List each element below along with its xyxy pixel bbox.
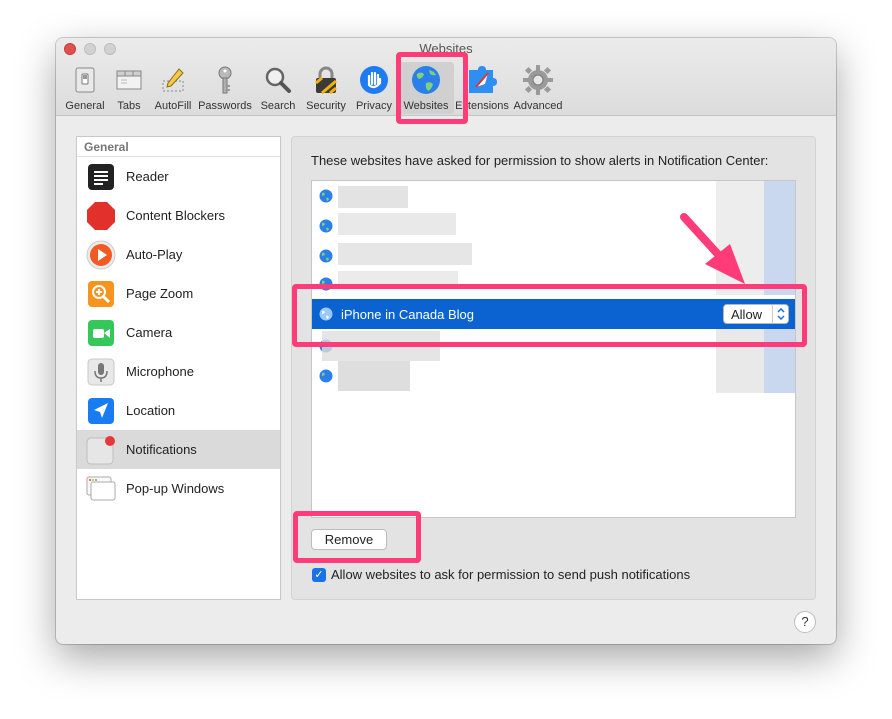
site-name: iPhone in Canada Blog <box>341 306 474 322</box>
sidebar-item-auto-play[interactable]: Auto-Play <box>77 235 280 274</box>
location-arrow-icon <box>86 396 116 426</box>
puzzle-icon <box>466 64 498 96</box>
globe-icon <box>319 249 333 263</box>
globe-icon <box>319 189 333 203</box>
tab-general-label: General <box>65 100 105 112</box>
sidebar-item-location[interactable]: Location <box>77 391 280 430</box>
globe-icon <box>410 64 442 96</box>
globe-icon <box>319 219 333 233</box>
gear-icon <box>522 64 554 96</box>
sidebar-header: General <box>77 137 280 157</box>
sidebar-item-label: Reader <box>126 169 169 184</box>
tab-advanced-label: Advanced <box>513 100 563 112</box>
notifications-icon <box>86 435 116 465</box>
tab-websites-label: Websites <box>403 100 449 112</box>
tab-extensions-label: Extensions <box>455 100 509 112</box>
sidebar-item-content-blockers[interactable]: Content Blockers <box>77 196 280 235</box>
camera-icon <box>86 318 116 348</box>
category-sidebar: General Reader Content Blockers Auto-Pla… <box>76 136 281 600</box>
remove-button[interactable]: Remove <box>311 529 387 550</box>
checkbox-label: Allow websites to ask for permission to … <box>331 567 691 582</box>
sidebar-item-camera[interactable]: Camera <box>77 313 280 352</box>
permission-select[interactable]: Allow <box>723 304 789 324</box>
selected-site-row[interactable]: iPhone in Canada Blog Allow <box>312 299 795 329</box>
tab-extensions[interactable]: Extensions <box>454 62 510 114</box>
tab-security-label: Security <box>306 100 346 112</box>
sidebar-item-label: Microphone <box>126 364 194 379</box>
redacted-setting <box>764 329 795 393</box>
sidebar-item-label: Camera <box>126 325 173 340</box>
hand-icon <box>358 64 390 96</box>
sidebar-item-label: Content Blockers <box>126 208 225 223</box>
zoom-icon <box>86 279 116 309</box>
tab-passwords-label: Passwords <box>198 100 252 112</box>
sidebar-item-notifications[interactable]: Notifications <box>77 430 280 469</box>
redacted-site-name <box>322 331 440 361</box>
tab-security[interactable]: Security <box>302 62 350 114</box>
general-switch-icon <box>69 64 101 96</box>
microphone-icon <box>86 357 116 387</box>
sidebar-item-label: Page Zoom <box>126 286 194 301</box>
sidebar-item-label: Location <box>126 403 176 418</box>
redacted-site-name <box>338 361 410 391</box>
stop-sign-icon <box>86 201 116 231</box>
push-permission-option[interactable]: ✓ Allow websites to ask for permission t… <box>312 567 690 582</box>
tab-autofill[interactable]: AutoFill <box>150 62 196 114</box>
tab-search-label: Search <box>260 100 296 112</box>
sidebar-item-reader[interactable]: Reader <box>77 157 280 196</box>
chevron-updown-icon <box>772 305 788 323</box>
tab-privacy-label: Privacy <box>355 100 393 112</box>
preferences-toolbar: General Tabs AutoFill Passwords Search S… <box>62 62 566 114</box>
tab-tabs-label: Tabs <box>117 100 141 112</box>
redacted-setting <box>716 329 764 393</box>
push-permission-checkbox[interactable]: ✓ <box>312 567 326 582</box>
autofill-pencil-icon <box>157 64 189 96</box>
redacted-site-name <box>338 213 456 235</box>
tab-websites[interactable]: Websites <box>398 62 454 114</box>
globe-icon <box>319 277 333 291</box>
permission-value: Allow <box>731 306 763 322</box>
sidebar-item-microphone[interactable]: Microphone <box>77 352 280 391</box>
tab-passwords[interactable]: Passwords <box>196 62 254 114</box>
safari-preferences-window: Websites General Tabs AutoFill Passwords… <box>56 38 836 644</box>
tab-general[interactable]: General <box>62 62 108 114</box>
globe-icon <box>319 369 333 383</box>
help-button[interactable]: ? <box>794 611 816 633</box>
popup-windows-icon <box>86 474 116 504</box>
sidebar-item-label: Pop-up Windows <box>126 481 225 496</box>
tabs-icon <box>113 64 145 96</box>
tab-autofill-label: AutoFill <box>154 100 192 112</box>
titlebar: Websites General Tabs AutoFill Passwords… <box>56 38 836 116</box>
redacted-setting <box>764 181 795 295</box>
website-list[interactable]: iPhone in Canada Blog Allow <box>311 180 796 518</box>
window-title: Websites <box>419 41 473 56</box>
tab-privacy[interactable]: Privacy <box>350 62 398 114</box>
notifications-panel: These websites have asked for permission… <box>291 136 816 600</box>
globe-icon <box>319 307 333 321</box>
key-icon <box>209 64 241 96</box>
tab-tabs[interactable]: Tabs <box>108 62 150 114</box>
lock-icon <box>310 64 342 96</box>
reader-icon <box>86 162 116 192</box>
play-icon <box>86 240 116 270</box>
tab-search[interactable]: Search <box>254 62 302 114</box>
magnifier-icon <box>262 64 294 96</box>
redacted-site-name <box>338 186 408 208</box>
tab-advanced[interactable]: Advanced <box>510 62 566 114</box>
sidebar-item-page-zoom[interactable]: Page Zoom <box>77 274 280 313</box>
panel-description: These websites have asked for permission… <box>311 153 769 168</box>
sidebar-item-label: Auto-Play <box>126 247 183 262</box>
redacted-site-name <box>338 271 458 289</box>
sidebar-item-pop-up-windows[interactable]: Pop-up Windows <box>77 469 280 508</box>
redacted-site-name <box>338 243 472 265</box>
redacted-setting <box>716 181 764 295</box>
sidebar-item-label: Notifications <box>126 442 197 457</box>
